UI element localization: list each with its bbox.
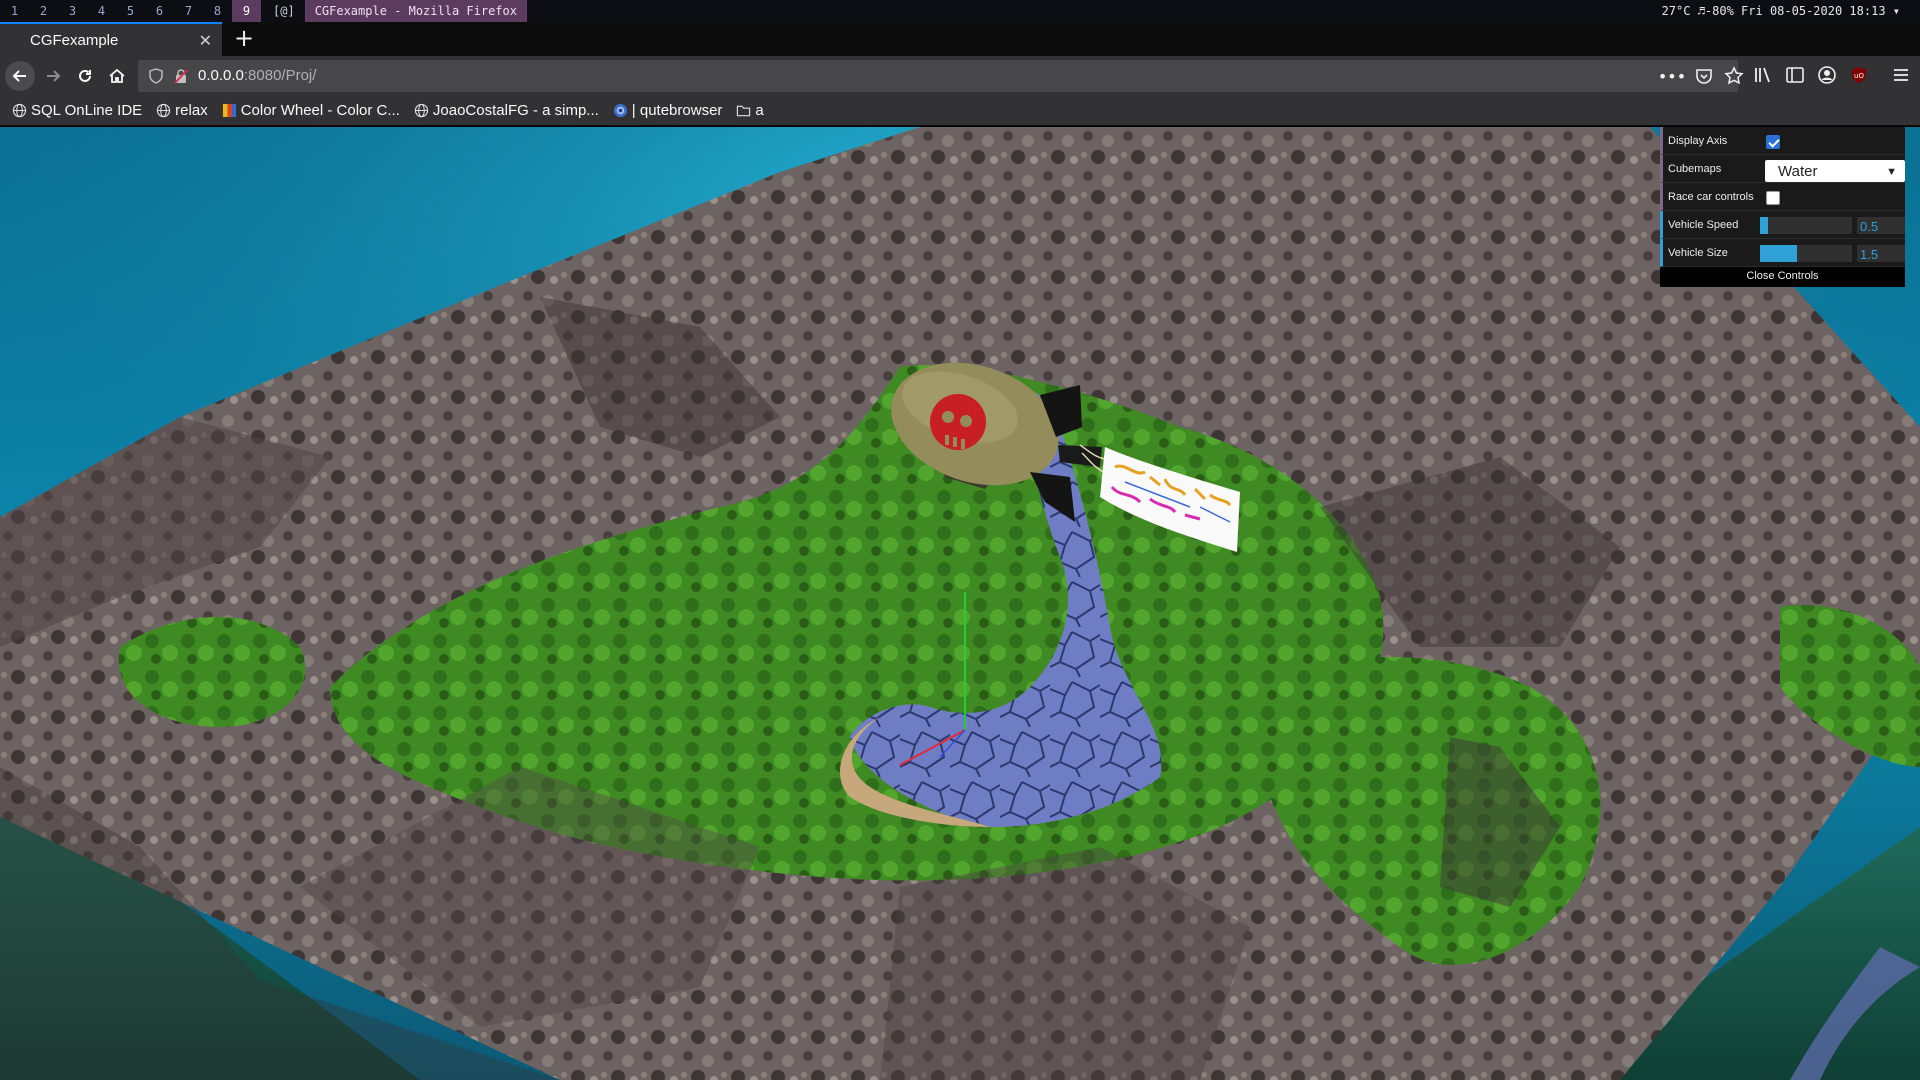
vehicle-speed-input[interactable]: 0.5 (1857, 217, 1905, 234)
url-path: :8080/Proj/ (243, 67, 317, 84)
terrain-scene (0, 127, 1920, 1080)
display-axis-checkbox[interactable] (1766, 135, 1780, 149)
cubemaps-selected-value: Water (1778, 163, 1818, 180)
cubemaps-control[interactable]: Cubemaps Water ▼ (1660, 155, 1905, 183)
vehicle-size-control[interactable]: Vehicle Size 1.5 (1660, 239, 1905, 267)
shield-icon[interactable] (148, 68, 164, 84)
insecure-lock-icon[interactable] (173, 68, 189, 84)
hamburger-menu-icon[interactable] (1890, 64, 1912, 86)
home-button[interactable] (102, 61, 132, 91)
display-axis-label: Display Axis (1668, 134, 1728, 147)
forward-button[interactable] (38, 61, 68, 91)
svg-text:uO: uO (1854, 72, 1864, 80)
vehicle-speed-control[interactable]: Vehicle Speed 0.5 (1660, 211, 1905, 239)
bookmark-label: relax (175, 102, 208, 119)
globe-icon (12, 103, 27, 118)
pocket-icon[interactable] (1693, 65, 1715, 87)
vehicle-size-slider[interactable] (1760, 245, 1852, 262)
system-status: 27°C ♬-80% Fri 08-05-2020 18:13 ▾ (1661, 4, 1900, 18)
bookmarks-toolbar: SQL OnLine IDE relax Color Wheel - Color… (0, 96, 1920, 126)
bookmark-label: | qutebrowser (631, 102, 723, 119)
new-tab-button[interactable]: + (230, 25, 258, 53)
workspace-7[interactable]: 7 (174, 0, 203, 22)
qutebrowser-icon (613, 103, 627, 118)
chevron-down-icon: ▼ (1886, 166, 1897, 178)
webgl-canvas[interactable] (0, 127, 1920, 1080)
color-wheel-icon (222, 103, 236, 118)
close-controls-button[interactable]: Close Controls (1660, 267, 1905, 287)
bookmark-label: a (755, 102, 764, 119)
race-car-checkbox[interactable] (1766, 191, 1780, 205)
reload-button[interactable] (70, 61, 100, 91)
wm-status-bar: 1 2 3 4 5 6 7 8 9 [@] CGFexample - Mozil… (0, 0, 1920, 22)
bookmark-folder-a[interactable]: a (736, 102, 764, 119)
tab-title: CGFexample (30, 31, 119, 49)
bookmark-label: Color Wheel - Color C... (240, 102, 400, 119)
race-car-control[interactable]: Race car controls (1660, 183, 1905, 211)
url-bar[interactable]: 0.0.0.0:8080/Proj/ ••• (138, 60, 1744, 92)
cubemaps-select[interactable]: Water ▼ (1765, 160, 1905, 182)
tab-cgfexample[interactable]: CGFexample ✕ (0, 22, 222, 56)
folder-icon (737, 105, 751, 117)
navigation-bar: 0.0.0.0:8080/Proj/ ••• uO (0, 56, 1920, 96)
globe-icon (414, 103, 429, 118)
reload-icon (79, 69, 91, 82)
cubemaps-label: Cubemaps (1668, 162, 1722, 175)
workspace-8[interactable]: 8 (203, 0, 232, 22)
vehicle-size-input[interactable]: 1.5 (1857, 245, 1905, 262)
workspace-6[interactable]: 6 (145, 0, 174, 22)
race-car-label: Race car controls (1668, 190, 1754, 203)
tab-bar: CGFexample ✕ + (0, 22, 1920, 56)
ublock-origin-icon[interactable]: uO (1848, 64, 1870, 86)
home-icon (109, 68, 125, 83)
bookmark-relax[interactable]: relax (156, 102, 208, 119)
layout-tag: [@] (273, 4, 295, 18)
workspace-9[interactable]: 9 (232, 0, 261, 22)
arrow-right-icon (47, 70, 61, 82)
sidebar-icon[interactable] (1784, 64, 1806, 86)
bookmark-sql-online-ide[interactable]: SQL OnLine IDE (12, 102, 142, 119)
workspace-5[interactable]: 5 (116, 0, 145, 22)
vehicle-speed-slider-fill (1760, 217, 1769, 234)
bookmark-qutebrowser[interactable]: | qutebrowser (613, 102, 723, 119)
page-actions-icon[interactable]: ••• (1658, 65, 1686, 87)
account-icon[interactable] (1816, 64, 1838, 86)
workspace-1[interactable]: 1 (0, 0, 29, 22)
library-icon[interactable] (1752, 64, 1774, 86)
bookmark-label: JoaoCostalFG - a simp... (432, 102, 599, 119)
workspace-2[interactable]: 2 (29, 0, 58, 22)
vehicle-size-label: Vehicle Size (1668, 246, 1728, 259)
bookmark-joaocostalfg[interactable]: JoaoCostalFG - a simp... (414, 102, 599, 119)
close-tab-icon[interactable]: ✕ (199, 31, 212, 51)
bookmark-label: SQL OnLine IDE (31, 102, 143, 119)
bookmark-color-wheel[interactable]: Color Wheel - Color C... (222, 102, 400, 119)
workspace-3[interactable]: 3 (58, 0, 87, 22)
controls-panel: Display Axis Cubemaps Water ▼ Race car c… (1660, 127, 1905, 287)
url-text[interactable]: 0.0.0.0:8080/Proj/ (198, 67, 316, 84)
vehicle-size-slider-fill (1760, 245, 1797, 262)
vehicle-speed-slider[interactable] (1760, 217, 1852, 234)
arrow-left-icon (12, 70, 26, 82)
window-title: CGFexample - Mozilla Firefox (304, 0, 527, 22)
globe-icon (157, 103, 171, 118)
workspace-4[interactable]: 4 (87, 0, 116, 22)
url-host: 0.0.0.0 (198, 67, 244, 84)
display-axis-control[interactable]: Display Axis (1660, 127, 1905, 155)
star-bookmark-icon[interactable] (1723, 65, 1745, 87)
back-button[interactable] (5, 61, 35, 91)
vehicle-speed-label: Vehicle Speed (1668, 218, 1739, 231)
